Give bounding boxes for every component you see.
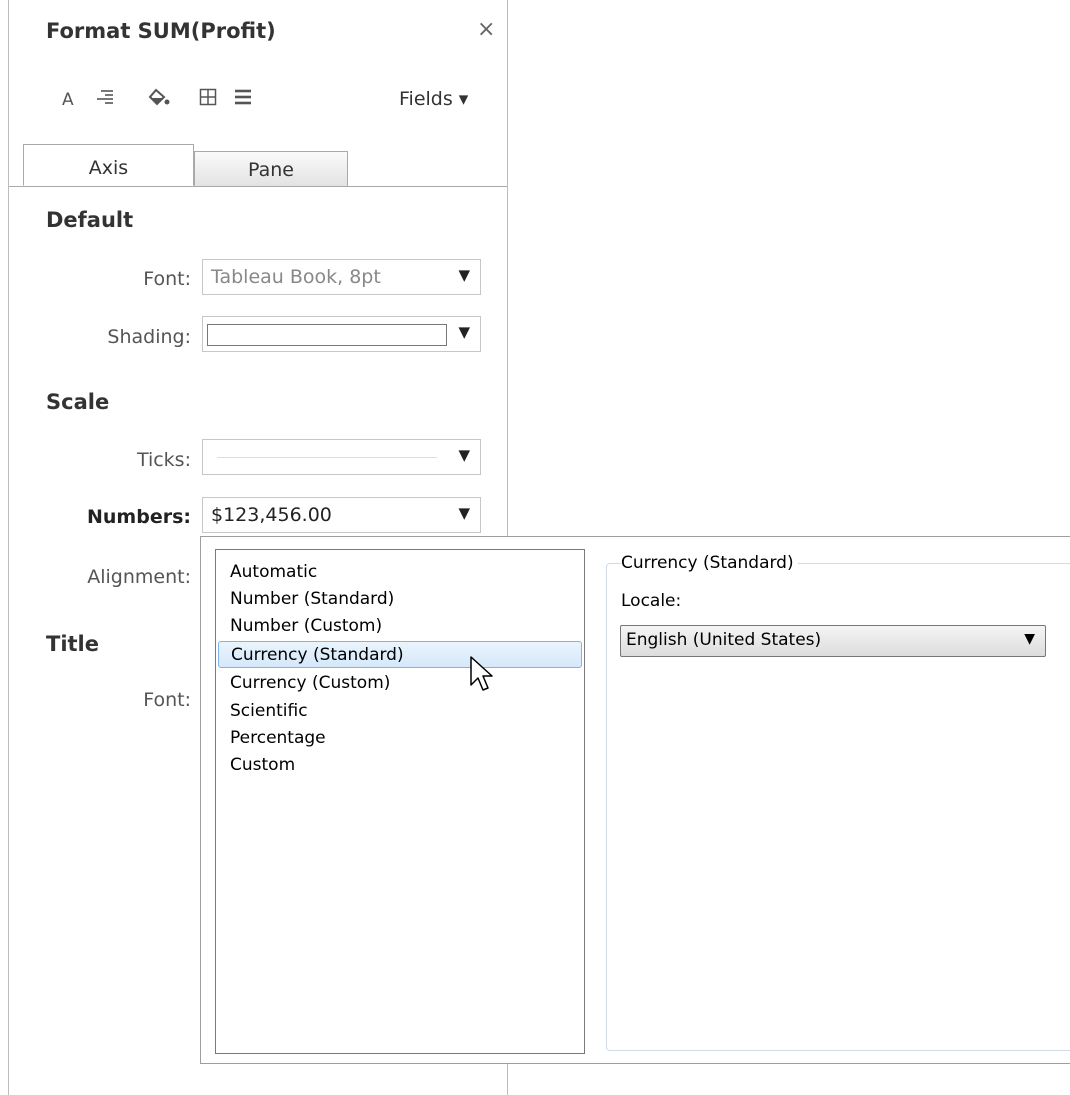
format-option-scientific[interactable]: Scientific	[228, 698, 578, 725]
locale-value: English (United States)	[626, 630, 822, 650]
panel-title: Format SUM(Profit)	[46, 19, 276, 43]
section-scale-heading: Scale	[46, 390, 110, 414]
numbers-label: Numbers:	[87, 506, 191, 528]
group-title: Currency (Standard)	[621, 553, 798, 573]
numbers-value: $123,456.00	[211, 504, 332, 526]
lines-icon[interactable]	[234, 88, 252, 112]
borders-icon[interactable]	[199, 88, 217, 112]
format-listbox[interactable]: Automatic Number (Standard) Number (Cust…	[215, 549, 585, 1054]
shading-dropdown[interactable]: ▼	[202, 316, 481, 352]
ticks-dropdown[interactable]: ▼	[202, 439, 481, 475]
numbers-dropdown[interactable]: $123,456.00 ▼	[202, 497, 481, 533]
default-font-label: Font:	[143, 268, 191, 290]
tick-line-preview	[217, 457, 437, 458]
format-option-number-custom[interactable]: Number (Custom)	[228, 613, 578, 640]
format-option-currency-standard[interactable]: Currency (Standard)	[218, 641, 582, 668]
font-icon[interactable]: A	[62, 88, 74, 112]
number-format-popup: Automatic Number (Standard) Number (Cust…	[200, 536, 1070, 1064]
tab-axis[interactable]: Axis	[23, 144, 194, 186]
chevron-down-icon: ▼	[458, 446, 470, 464]
chevron-down-icon: ▼	[458, 323, 470, 341]
shading-icon[interactable]	[147, 88, 171, 114]
section-title-heading: Title	[46, 632, 100, 656]
format-option-number-standard[interactable]: Number (Standard)	[228, 586, 578, 613]
locale-select[interactable]: English (United States) ▼	[620, 625, 1046, 657]
default-font-dropdown[interactable]: Tableau Book, 8pt ▼	[202, 259, 481, 295]
chevron-down-icon: ▼	[458, 504, 470, 522]
shading-label: Shading:	[107, 326, 191, 348]
chevron-down-icon: ▼	[458, 266, 470, 284]
ticks-label: Ticks:	[136, 449, 191, 471]
tab-pane[interactable]: Pane	[194, 151, 348, 186]
format-option-custom[interactable]: Custom	[228, 752, 578, 779]
alignment-label: Alignment:	[87, 566, 191, 588]
alignment-icon[interactable]	[96, 88, 114, 112]
mouse-pointer-icon	[469, 655, 495, 699]
fields-dropdown[interactable]: Fields ▾	[399, 88, 468, 110]
format-option-automatic[interactable]: Automatic	[228, 559, 578, 586]
default-font-value: Tableau Book, 8pt	[211, 266, 381, 288]
section-default-heading: Default	[46, 208, 134, 232]
format-option-percentage[interactable]: Percentage	[228, 725, 578, 752]
title-font-label: Font:	[143, 689, 191, 711]
chevron-down-icon: ▼	[1024, 631, 1035, 647]
format-option-currency-custom[interactable]: Currency (Custom)	[228, 670, 578, 697]
locale-label: Locale:	[621, 591, 682, 611]
close-icon[interactable]: ×	[477, 17, 495, 42]
shading-swatch	[207, 324, 447, 346]
